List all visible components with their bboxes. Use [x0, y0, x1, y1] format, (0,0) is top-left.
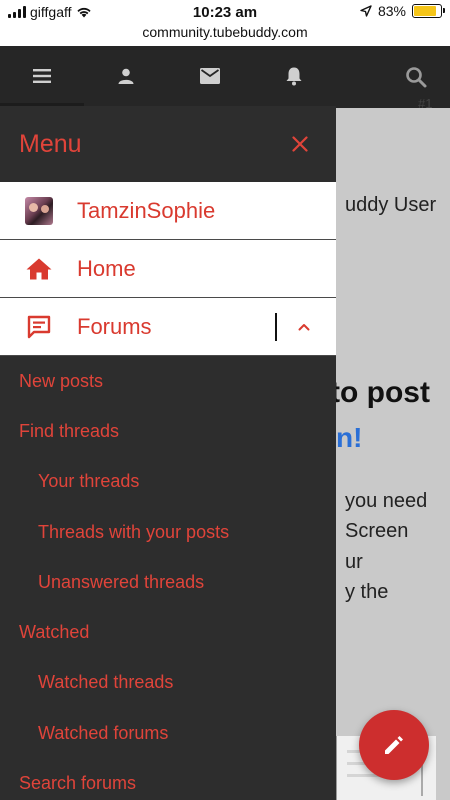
notice-link[interactable]: n! [336, 422, 362, 454]
notice-heading: to post [330, 376, 430, 409]
submenu-find-threads[interactable]: Find threads [0, 406, 336, 456]
status-right: 83% [360, 3, 445, 19]
forums-divider [275, 313, 277, 341]
avatar [24, 196, 53, 225]
close-menu-button[interactable] [286, 130, 314, 158]
menu-item-forums[interactable]: Forums [0, 298, 336, 356]
menu-title: Menu [19, 129, 82, 158]
tab-inbox[interactable] [168, 46, 252, 106]
location-arrow-icon [360, 5, 372, 17]
tab-menu[interactable] [0, 46, 84, 106]
battery-icon [412, 4, 445, 18]
navigation-drawer: Menu TamzinSophie Home Forums New posts … [0, 46, 336, 800]
notice-line-1: you need [345, 490, 428, 512]
notice-line-4: y the [345, 581, 389, 603]
new-post-button[interactable] [359, 710, 429, 780]
user-icon [118, 68, 134, 84]
forum-icon [27, 315, 50, 338]
username-label: TamzinSophie [77, 197, 216, 223]
close-icon [292, 136, 308, 152]
menu-item-home[interactable]: Home [0, 240, 336, 298]
user-title-text: uddy User [345, 194, 437, 216]
notice-line-2: Screen [345, 520, 409, 542]
search-icon[interactable] [404, 65, 428, 89]
home-label: Home [77, 255, 136, 281]
submenu-new-posts[interactable]: New posts [0, 356, 336, 406]
pencil-icon [385, 736, 403, 754]
home-icon [26, 258, 51, 279]
battery-level [414, 6, 436, 16]
collapse-forums-button[interactable] [290, 313, 318, 341]
forums-submenu: New posts Find threads Your threads Thre… [0, 356, 336, 800]
bell-icon [286, 67, 302, 86]
status-bar: giffgaff 10:23 am 83% [0, 0, 450, 24]
notice-line-3: ur [345, 551, 363, 573]
submenu-watched-forums[interactable]: Watched forums [0, 708, 336, 758]
home-icon-wrap [0, 258, 77, 280]
menu-item-profile[interactable]: TamzinSophie [0, 182, 336, 240]
submenu-threads-with-your-posts[interactable]: Threads with your posts [0, 507, 336, 557]
submenu-unanswered-threads[interactable]: Unanswered threads [0, 557, 336, 607]
url-bar[interactable]: community.tubebuddy.com [0, 24, 450, 46]
battery-percent: 83% [377, 3, 406, 19]
drawer-tab-bar [0, 46, 336, 106]
submenu-search-forums[interactable]: Search forums [0, 758, 336, 800]
hamburger-icon [33, 69, 51, 83]
envelope-icon [200, 68, 220, 84]
forum-icon-wrap [0, 315, 77, 339]
submenu-watched[interactable]: Watched [0, 607, 336, 657]
forums-label: Forums [77, 313, 152, 339]
avatar-wrap [0, 196, 77, 225]
tab-alerts[interactable] [252, 46, 336, 106]
tab-account[interactable] [84, 46, 168, 106]
drawer-header: Menu [0, 106, 336, 182]
submenu-watched-threads[interactable]: Watched threads [0, 658, 336, 708]
chevron-up-icon [298, 324, 310, 331]
submenu-your-threads[interactable]: Your threads [0, 457, 336, 507]
post-number: #1 [418, 96, 433, 111]
